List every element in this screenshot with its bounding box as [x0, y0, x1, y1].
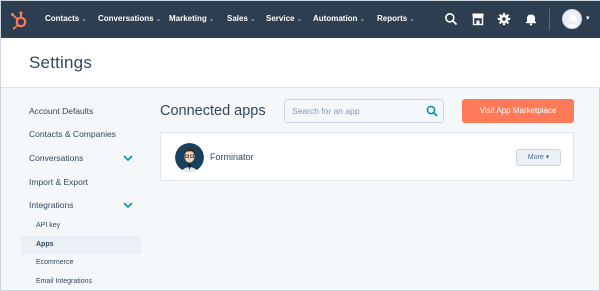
nav-contacts[interactable]: Contacts ⌄ [45, 14, 87, 23]
nav-contacts-label: Contacts [45, 14, 80, 23]
visit-app-marketplace-button[interactable]: Visit App Marketplace [462, 99, 574, 123]
gear-icon[interactable] [497, 12, 511, 26]
sidebar-item-account-defaults[interactable]: Account Defaults [29, 106, 93, 116]
hubspot-logo-icon[interactable] [9, 10, 29, 30]
forminator-logo [175, 143, 204, 172]
settings-header: Settings [1, 38, 600, 88]
more-dropdown-button[interactable]: More ▾ [516, 149, 561, 166]
chevron-down-icon: ⌄ [296, 16, 303, 23]
nav-reports[interactable]: Reports ⌄ [377, 14, 415, 23]
nav-service-label: Service [266, 14, 295, 23]
chevron-down-icon[interactable] [123, 201, 133, 209]
chevron-down-icon: ⌄ [81, 16, 88, 23]
nav-conversations[interactable]: Conversations ⌄ [98, 14, 161, 23]
chevron-down-icon[interactable] [123, 154, 133, 162]
sidebar-subitem-api-key[interactable]: API key [36, 222, 60, 229]
user-avatar-icon [566, 14, 580, 28]
user-avatar[interactable] [562, 9, 582, 29]
app-search-input[interactable] [285, 100, 425, 122]
nav-conversations-label: Conversations [98, 14, 154, 23]
app-name: Forminator [210, 152, 254, 162]
nav-reports-label: Reports [377, 14, 408, 23]
nav-sales-label: Sales [227, 14, 248, 23]
chevron-down-icon: ⌄ [155, 16, 162, 23]
connected-app-card: Forminator More ▾ [160, 132, 574, 181]
avatar-chevron-down-icon[interactable]: ▾ [586, 14, 590, 22]
sidebar-item-contacts-companies[interactable]: Contacts & Companies [29, 129, 116, 139]
nav-automation-label: Automation [313, 14, 358, 23]
search-icon[interactable] [426, 105, 438, 117]
app-search-box [284, 99, 444, 123]
more-button-label: More [527, 154, 544, 161]
nav-service[interactable]: Service ⌄ [266, 14, 302, 23]
chevron-down-icon: ⌄ [208, 16, 215, 23]
settings-sidebar [1, 89, 151, 291]
sidebar-item-integrations[interactable]: Integrations [29, 200, 73, 210]
caret-down-icon: ▾ [545, 154, 550, 161]
marketplace-icon[interactable] [471, 12, 485, 26]
forminator-mascot-icon [175, 143, 204, 172]
chevron-down-icon: ⌄ [249, 16, 256, 23]
sidebar-subitem-email-integrations[interactable]: Email Integrations [36, 278, 92, 285]
nav-automation[interactable]: Automation ⌄ [313, 14, 365, 23]
nav-sales[interactable]: Sales ⌄ [227, 14, 256, 23]
nav-marketing[interactable]: Marketing ⌄ [169, 14, 215, 23]
sidebar-subitem-ecommerce[interactable]: Ecommerce [36, 259, 73, 266]
connected-apps-title: Connected apps [160, 103, 266, 119]
chevron-down-icon: ⌄ [409, 16, 416, 23]
sidebar-item-conversations[interactable]: Conversations [29, 153, 83, 163]
nav-divider [549, 9, 550, 30]
chevron-down-icon: ⌄ [359, 16, 366, 23]
page-title: Settings [29, 53, 93, 72]
nav-marketing-label: Marketing [169, 14, 207, 23]
bell-icon[interactable] [524, 12, 538, 26]
sidebar-subitem-apps[interactable]: Apps [36, 241, 54, 248]
search-icon[interactable] [444, 12, 458, 26]
top-navigation-bar: Contacts ⌄ Conversations ⌄ Marketing ⌄ Sale… [1, 1, 600, 38]
sidebar-item-import-export[interactable]: Import & Export [29, 177, 88, 187]
